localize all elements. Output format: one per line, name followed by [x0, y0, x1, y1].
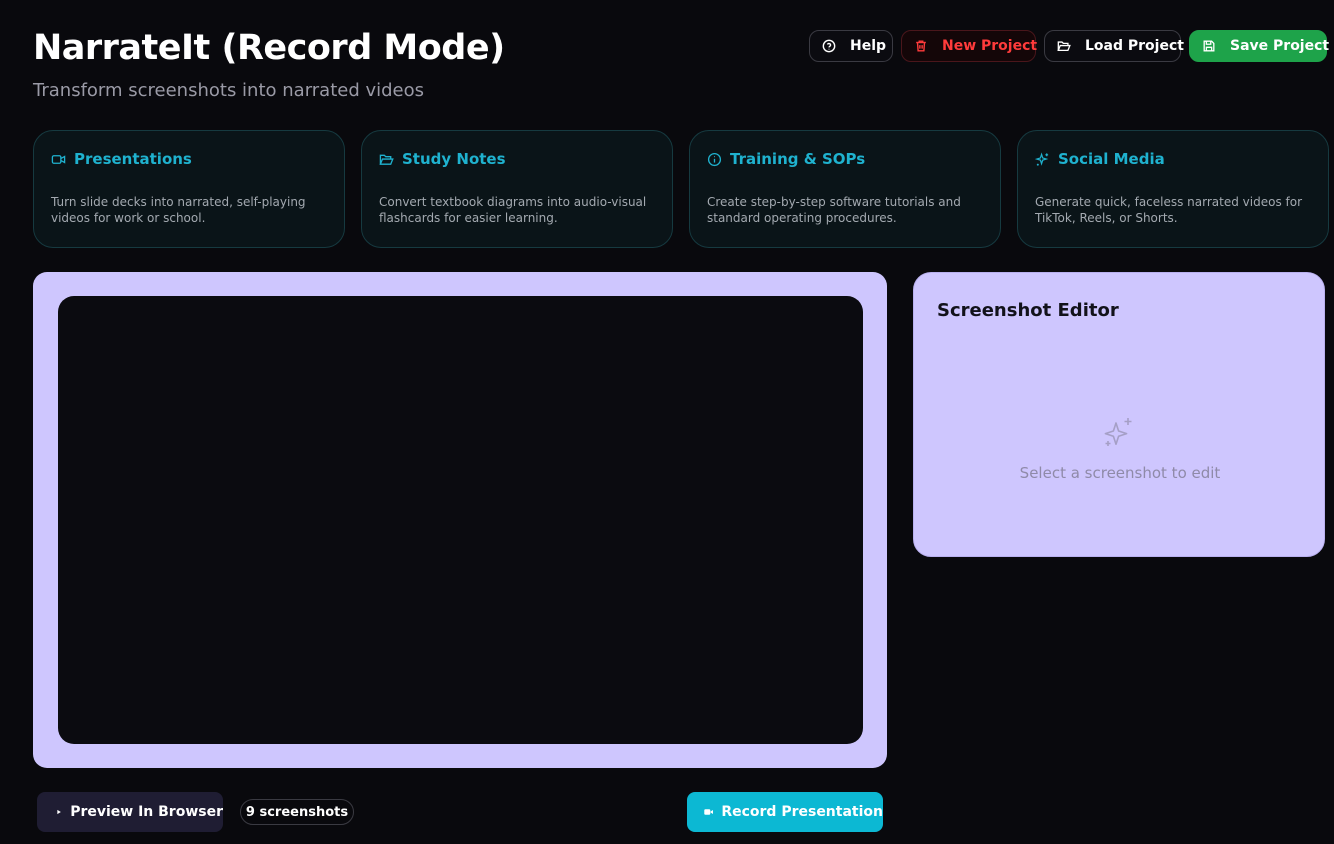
save-project-button-label: Save Project — [1230, 38, 1330, 54]
folder-open-icon — [379, 154, 394, 165]
use-case-description: Convert textbook diagrams into audio-vis… — [379, 195, 647, 225]
save-project-button[interactable]: Save Project — [1189, 30, 1330, 62]
header-actions: Help New Project Load Project Save Proje… — [809, 30, 1330, 62]
new-project-button-label: New Project — [942, 38, 1038, 54]
load-project-button-label: Load Project — [1085, 38, 1184, 54]
play-icon — [57, 809, 61, 815]
screenshot-editor-panel: Screenshot Editor Select a screenshot to… — [913, 272, 1325, 557]
record-button-label: Record Presentation — [721, 804, 883, 820]
video-camera-icon — [704, 809, 714, 815]
use-case-title: Presentations — [74, 150, 192, 168]
save-icon — [1203, 40, 1215, 52]
trash-icon — [916, 40, 926, 52]
use-case-title: Study Notes — [402, 150, 506, 168]
app-root: NarrateIt (Record Mode) Transform screen… — [0, 0, 1334, 844]
help-circle-icon — [822, 39, 836, 53]
use-case-description: Generate quick, faceless narrated videos… — [1035, 195, 1303, 225]
use-case-cards: Presentations Turn slide decks into narr… — [33, 130, 1329, 248]
folder-open-icon — [1057, 41, 1071, 52]
use-case-description: Create step-by-step software tutorials a… — [707, 195, 961, 225]
preview-button-label: Preview In Browser — [70, 804, 223, 820]
help-button-label: Help — [850, 38, 887, 54]
page-title: NarrateIt (Record Mode) — [33, 28, 505, 68]
editor-title: Screenshot Editor — [937, 300, 1119, 321]
page-subtitle: Transform screenshots into narrated vide… — [33, 80, 425, 101]
load-project-button[interactable]: Load Project — [1044, 30, 1184, 62]
use-case-card-training-sops[interactable]: Training & SOPs Create step-by-step soft… — [689, 130, 1001, 248]
help-button[interactable]: Help — [809, 30, 893, 62]
use-case-card-study-notes[interactable]: Study Notes Convert textbook diagrams in… — [361, 130, 673, 248]
use-case-description: Turn slide decks into narrated, self-pla… — [51, 195, 306, 225]
sparkles-icon — [1104, 418, 1132, 446]
new-project-button[interactable]: New Project — [901, 30, 1038, 62]
screenshot-count-badge: 9 screenshots — [240, 799, 354, 825]
preview-in-browser-button[interactable]: Preview In Browser — [37, 792, 223, 832]
info-icon — [707, 152, 722, 166]
preview-panel — [33, 272, 887, 768]
use-case-title: Social Media — [1058, 150, 1165, 168]
preview-screen[interactable] — [58, 296, 863, 744]
editor-empty-state-text: Select a screenshot to edit — [1019, 464, 1221, 482]
record-presentation-button[interactable]: Record Presentation — [687, 792, 883, 832]
sparkles-icon — [1035, 151, 1049, 166]
use-case-card-social-media[interactable]: Social Media Generate quick, faceless na… — [1017, 130, 1329, 248]
video-icon — [51, 154, 66, 164]
use-case-card-presentations[interactable]: Presentations Turn slide decks into narr… — [33, 130, 345, 248]
use-case-title: Training & SOPs — [730, 150, 866, 168]
